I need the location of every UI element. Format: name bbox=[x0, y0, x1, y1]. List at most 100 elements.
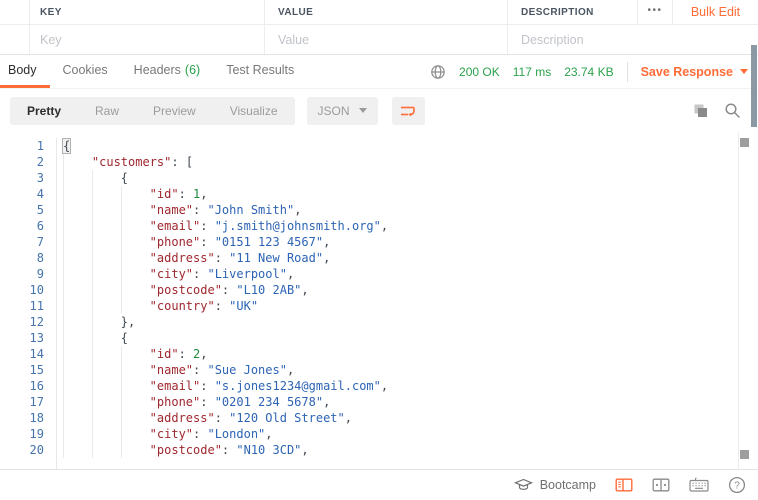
code-content: "id": 2, bbox=[57, 346, 208, 362]
code-content: "name": "John Smith", bbox=[57, 202, 301, 218]
indent-guide bbox=[92, 186, 121, 202]
language-dropdown[interactable]: JSON bbox=[307, 97, 378, 125]
code-content: "address": "120 Old Street", bbox=[57, 410, 352, 426]
code-content: { bbox=[57, 330, 128, 346]
indent-guide bbox=[121, 234, 150, 250]
params-header-row: KEY VALUE DESCRIPTION ••• Bulk Edit bbox=[0, 0, 758, 25]
copy-button[interactable] bbox=[692, 102, 709, 119]
view-mode-preview[interactable]: Preview bbox=[136, 97, 213, 125]
indent-guide bbox=[92, 410, 121, 426]
response-time: 117 ms bbox=[513, 65, 551, 79]
indent-guide bbox=[63, 266, 92, 282]
line-number: 10 bbox=[0, 282, 57, 298]
search-button[interactable] bbox=[724, 102, 741, 119]
params-input-row bbox=[0, 25, 758, 55]
code-content: "postcode": "L10 2AB", bbox=[57, 282, 309, 298]
indent-guide bbox=[63, 186, 92, 202]
indent-guide bbox=[121, 362, 150, 378]
line-number: 20 bbox=[0, 442, 57, 458]
line-number: 4 bbox=[0, 186, 57, 202]
value-column-header: VALUE bbox=[265, 0, 508, 24]
bootcamp-label: Bootcamp bbox=[540, 478, 596, 492]
code-line: 14"id": 2, bbox=[0, 346, 758, 362]
line-number: 2 bbox=[0, 154, 57, 170]
view-mode-visualize[interactable]: Visualize bbox=[213, 97, 295, 125]
indent-guide bbox=[63, 154, 92, 170]
build-view-toggle[interactable] bbox=[615, 477, 633, 493]
ellipsis-icon: ••• bbox=[647, 5, 662, 20]
indent-guide bbox=[63, 346, 92, 362]
line-number: 15 bbox=[0, 362, 57, 378]
indent-guide bbox=[63, 314, 92, 330]
line-number: 13 bbox=[0, 330, 57, 346]
editor-scrollbar-thumb[interactable] bbox=[740, 138, 749, 147]
headers-count-badge: (6) bbox=[185, 63, 200, 77]
bulk-edit-button[interactable]: Bulk Edit bbox=[673, 0, 758, 24]
checkbox-cell bbox=[0, 25, 30, 54]
tab-body[interactable]: Body bbox=[0, 55, 50, 88]
code-content: "id": 1, bbox=[57, 186, 208, 202]
indent-guide bbox=[63, 250, 92, 266]
shortcuts-button[interactable] bbox=[689, 477, 709, 493]
indent-guide bbox=[121, 442, 150, 458]
wrap-lines-icon bbox=[399, 103, 417, 119]
footer-status-bar: Bootcamp bbox=[0, 469, 758, 499]
code-content: { bbox=[57, 138, 70, 154]
code-line: 7"phone": "0151 123 4567", bbox=[0, 234, 758, 250]
value-cell bbox=[265, 25, 508, 54]
save-response-label: Save Response bbox=[641, 65, 733, 79]
line-number: 14 bbox=[0, 346, 57, 362]
code-content: "phone": "0201 234 5678", bbox=[57, 394, 330, 410]
tab-cookies[interactable]: Cookies bbox=[50, 55, 121, 88]
indent-guide bbox=[92, 330, 121, 346]
editor-scrollbar-thumb-bottom[interactable] bbox=[740, 450, 749, 459]
graduation-cap-icon bbox=[514, 477, 533, 492]
help-button[interactable]: ? bbox=[728, 476, 746, 494]
two-pane-view-button[interactable] bbox=[652, 477, 670, 493]
indent-guide bbox=[63, 362, 92, 378]
view-mode-pretty[interactable]: Pretty bbox=[10, 97, 78, 125]
tab-headers[interactable]: Headers (6) bbox=[121, 55, 214, 88]
key-input[interactable] bbox=[40, 33, 253, 47]
line-number: 9 bbox=[0, 266, 57, 282]
code-line: 15"name": "Sue Jones", bbox=[0, 362, 758, 378]
line-number: 8 bbox=[0, 250, 57, 266]
more-actions-button[interactable]: ••• bbox=[638, 0, 673, 24]
indent-guide bbox=[63, 330, 92, 346]
copy-icon bbox=[692, 102, 709, 119]
code-line: 6"email": "j.smith@johnsmith.org", bbox=[0, 218, 758, 234]
tab-label: Headers bbox=[134, 63, 181, 77]
indent-guide bbox=[92, 250, 121, 266]
code-line: 12}, bbox=[0, 314, 758, 330]
indent-guide bbox=[63, 378, 92, 394]
app-window: KEY VALUE DESCRIPTION ••• Bulk Edit Body… bbox=[0, 0, 758, 500]
description-input[interactable] bbox=[521, 33, 746, 47]
indent-guide bbox=[121, 186, 150, 202]
indent-guide bbox=[121, 426, 150, 442]
gutter-filler bbox=[0, 458, 758, 469]
tab-label: Body bbox=[8, 63, 37, 77]
bootcamp-button[interactable]: Bootcamp bbox=[514, 477, 596, 492]
indent-guide bbox=[121, 282, 150, 298]
code-line: 9"city": "Liverpool", bbox=[0, 266, 758, 282]
key-header-label: KEY bbox=[40, 7, 62, 18]
code-line: 3{ bbox=[0, 170, 758, 186]
indent-guide bbox=[63, 442, 92, 458]
response-meta-row: BodyCookiesHeaders(6)Test Results 200 OK… bbox=[0, 55, 758, 89]
wrap-lines-button[interactable] bbox=[392, 97, 425, 125]
indent-guide bbox=[63, 298, 92, 314]
code-content: "address": "11 New Road", bbox=[57, 250, 330, 266]
window-scrollbar-thumb[interactable] bbox=[751, 45, 757, 127]
save-response-button[interactable]: Save Response bbox=[641, 65, 748, 79]
indent-guide bbox=[92, 442, 121, 458]
indent-guide bbox=[92, 170, 121, 186]
indent-guide bbox=[92, 378, 121, 394]
view-mode-raw[interactable]: Raw bbox=[78, 97, 136, 125]
indent-guide bbox=[92, 234, 121, 250]
code-content: "country": "UK" bbox=[57, 298, 258, 314]
help-icon: ? bbox=[728, 476, 746, 494]
tab-test-results[interactable]: Test Results bbox=[213, 55, 307, 88]
value-input[interactable] bbox=[278, 33, 496, 47]
code-line: 2"customers": [ bbox=[0, 154, 758, 170]
description-cell bbox=[508, 25, 758, 54]
